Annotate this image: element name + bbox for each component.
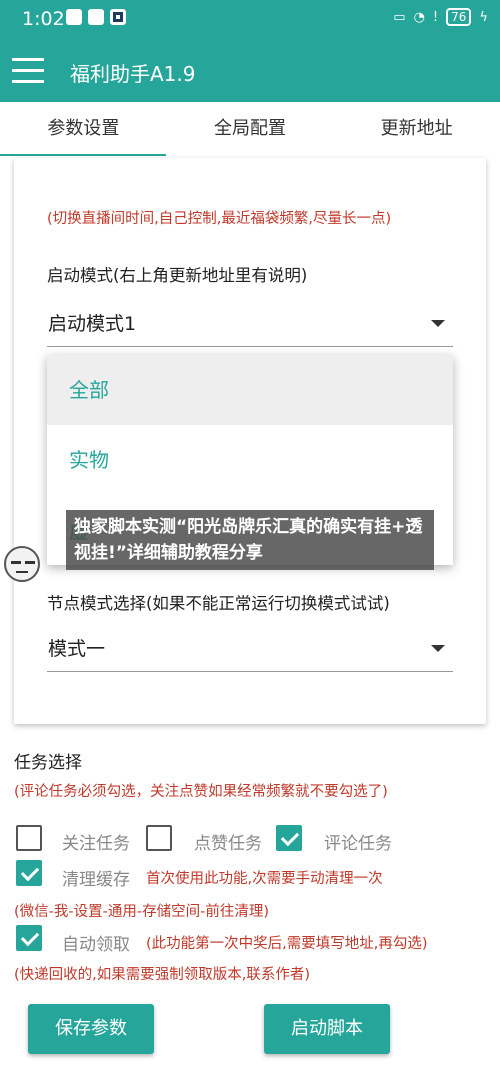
system-icons: ▭ ◔ ! 76 ϟ	[393, 8, 488, 26]
tab-indicator	[0, 154, 166, 156]
auto-claim-note: (此功能第一次中奖后,需要填写地址,再勾选)	[146, 936, 428, 952]
menu-icon[interactable]	[12, 58, 44, 83]
notification-icons	[66, 9, 126, 25]
notification-icon	[88, 9, 104, 25]
follow-task-label: 关注任务	[62, 834, 130, 854]
battery-icon: 76	[446, 8, 472, 26]
notification-icon	[66, 9, 82, 25]
tab-params[interactable]: 参数设置	[0, 102, 167, 158]
start-script-button[interactable]: 启动脚本	[264, 1004, 390, 1054]
mode-select-value: 启动模式1	[48, 313, 137, 335]
auto-claim-checkbox[interactable]	[16, 925, 42, 951]
auto-claim-label: 自动领取	[62, 935, 130, 955]
chevron-down-icon	[431, 645, 445, 652]
task-section-title: 任务选择	[14, 753, 82, 773]
node-mode-value: 模式一	[48, 638, 106, 660]
comment-task-label: 评论任务	[324, 834, 392, 854]
mode-select[interactable]: 启动模式1	[47, 303, 453, 347]
clear-cache-note: 首次使用此功能,次需要手动清理一次	[146, 871, 383, 887]
notification-icon	[110, 9, 126, 25]
switch-time-hint: (切换直播间时间,自己控制,最近福袋频繁,尽量长一点)	[47, 211, 392, 227]
task-hint: (评论任务必须勾选，关注点赞如果经常频繁就不要勾选了)	[14, 784, 388, 800]
wifi-icon: ◔	[413, 9, 425, 25]
status-bar: 1:02 ▭ ◔ ! 76 ϟ	[0, 0, 500, 36]
chevron-down-icon	[431, 320, 445, 327]
app-title: 福利助手A1.9	[70, 62, 196, 86]
like-task-label: 点赞任务	[194, 834, 262, 854]
node-mode-select[interactable]: 模式一	[47, 628, 453, 672]
follow-task-checkbox[interactable]	[16, 825, 42, 851]
clear-path-hint: (微信-我-设置-通用-存储空间-前往清理)	[14, 904, 269, 920]
tab-global-config[interactable]: 全局配置	[167, 102, 334, 158]
claim-contact-hint: (快递回收的,如果需要强制领取版本,联系作者)	[14, 967, 311, 983]
node-mode-label: 节点模式选择(如果不能正常运行切换模式试试)	[47, 594, 390, 613]
charging-icon: ϟ	[479, 9, 488, 25]
dropdown-option-all[interactable]: 全部	[47, 355, 453, 425]
app-bar: 福利助手A1.9	[0, 36, 500, 102]
clear-cache-checkbox[interactable]	[16, 860, 42, 886]
cast-icon: ▭	[393, 9, 406, 25]
status-time: 1:02	[22, 8, 65, 30]
clear-cache-label: 清理缓存	[62, 870, 130, 890]
face-emoji-icon[interactable]	[4, 546, 40, 582]
like-task-checkbox[interactable]	[146, 825, 172, 851]
overlay-banner[interactable]: 独家脚本实测“阳光岛牌乐汇真的确实有挂+透视挂!”详细辅助教程分享	[66, 510, 434, 570]
alert-icon: !	[432, 9, 439, 25]
tab-update-url[interactable]: 更新地址	[333, 102, 500, 158]
save-params-button[interactable]: 保存参数	[28, 1004, 154, 1054]
comment-task-checkbox[interactable]	[276, 825, 302, 851]
mode-label: 启动模式(右上角更新地址里有说明)	[47, 266, 308, 285]
tab-bar: 参数设置 全局配置 更新地址	[0, 102, 500, 158]
dropdown-option-physical[interactable]: 实物	[47, 425, 453, 495]
